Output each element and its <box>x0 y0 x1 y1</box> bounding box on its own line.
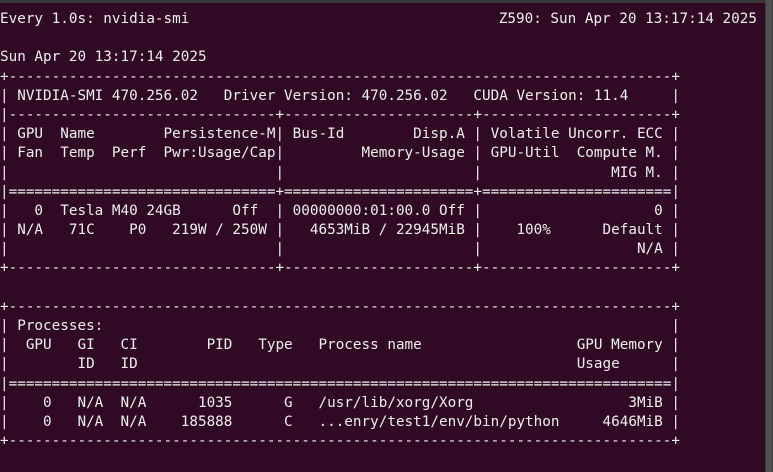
gpu-table-bottom: +-------------------------------+-------… <box>0 260 680 277</box>
gpu-header-separator: |===============================+=======… <box>0 183 680 200</box>
processes-border-top: +---------------------------------------… <box>0 298 680 315</box>
gpu-header-row-3: | | | MIG M. | <box>0 164 680 181</box>
scrollbar-thumb[interactable] <box>766 0 772 472</box>
gpu-row-3: | | | N/A | <box>0 241 680 258</box>
table-border-top: +---------------------------------------… <box>0 68 680 85</box>
process-row: | 0 N/A N/A 185888 C ...enry/test1/env/b… <box>0 413 680 430</box>
scrollbar[interactable] <box>765 0 773 472</box>
gpu-header-row-2: | Fan Temp Perf Pwr:Usage/Cap| Memory-Us… <box>0 145 680 162</box>
process-row: | 0 N/A N/A 1035 G /usr/lib/xorg/Xorg 3M… <box>0 394 680 411</box>
table-divider: |-------------------------------+-------… <box>0 106 680 123</box>
processes-header-1: | GPU GI CI PID Type Process name GPU Me… <box>0 337 680 354</box>
smi-timestamp: Sun Apr 20 13:17:14 2025 <box>0 49 207 66</box>
gpu-row-2: | N/A 71C P0 219W / 250W | 4653MiB / 229… <box>0 222 680 239</box>
processes-header-2: | ID ID Usage | <box>0 356 680 373</box>
processes-title: | Processes: | <box>0 318 680 334</box>
processes-separator: |=======================================… <box>0 375 680 392</box>
version-row: | NVIDIA-SMI 470.256.02 Driver Version: … <box>0 87 680 104</box>
watch-header-right: Z590: Sun Apr 20 13:17:14 2025 <box>498 11 757 27</box>
terminal-window[interactable]: Every 1.0s: nvidia-smi Sun Apr 20 13:17:… <box>0 0 773 472</box>
window-top-edge <box>0 0 773 3</box>
processes-border-bottom: +---------------------------------------… <box>0 433 680 450</box>
gpu-row-1: | 0 Tesla M40 24GB Off | 00000000:01:00.… <box>0 202 680 219</box>
gpu-header-row-1: | GPU Name Persistence-M| Bus-Id Disp.A … <box>0 126 680 143</box>
terminal-output: Every 1.0s: nvidia-smi Sun Apr 20 13:17:… <box>0 10 680 451</box>
